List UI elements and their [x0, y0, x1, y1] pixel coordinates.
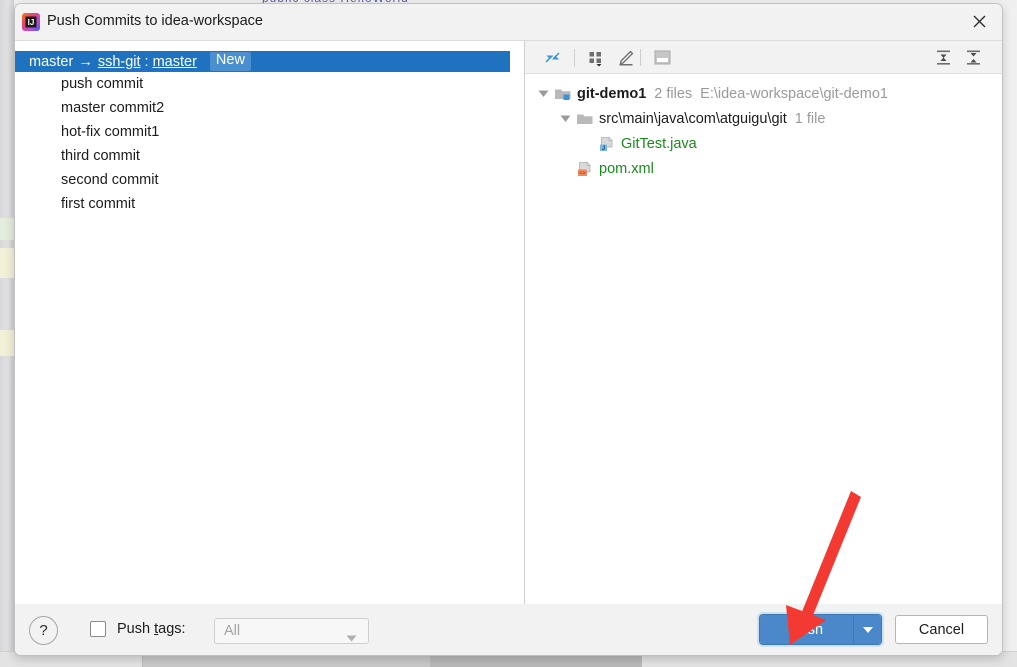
folder-icon [575, 110, 594, 127]
java-file-icon: J [597, 135, 616, 152]
tree-node-label: src\main\java\com\atguigu\git [599, 110, 787, 127]
panel-splitter[interactable] [510, 41, 525, 605]
commit-message: third commit [61, 148, 140, 164]
dialog-title-bar: IJ Push Commits to idea-workspace [15, 4, 1002, 40]
commits-panel[interactable]: master → ssh-git : master New push commi… [15, 41, 510, 605]
collapse-all-icon[interactable] [960, 45, 986, 70]
commit-item[interactable]: master commit2 [15, 96, 510, 120]
commit-item[interactable]: push commit [15, 72, 510, 96]
svg-text:<>: <> [579, 170, 585, 176]
tree-row[interactable]: <> pom.xml [525, 156, 1002, 181]
collapse-arrows-icon[interactable] [539, 45, 565, 70]
tree-node-file-count: 1 file [794, 110, 826, 127]
xml-file-icon: <> [575, 160, 594, 177]
dialog-title: Push Commits to idea-workspace [47, 13, 263, 29]
tree-row[interactable]: git-demo1 2 files E:\idea-workspace\git-de… [525, 81, 1002, 106]
push-tags-label-pre: Push [117, 621, 155, 637]
svg-text:IJ: IJ [28, 18, 35, 27]
tree-node-label: pom.xml [599, 160, 654, 177]
toolbar-separator-1 [574, 49, 575, 66]
push-button[interactable]: Push [760, 615, 881, 644]
commit-message: first commit [61, 196, 136, 212]
commit-message: second commit [61, 172, 159, 188]
commit-message: push commit [61, 76, 144, 92]
tree-expand-toggle-icon[interactable] [555, 113, 575, 124]
background-gutter-highlight-3 [0, 330, 14, 356]
background-gutter-highlight-1 [0, 218, 14, 240]
push-tags-group: Push tags: [90, 621, 186, 637]
expand-all-icon[interactable] [930, 45, 956, 70]
close-icon[interactable] [956, 4, 1002, 39]
cancel-button[interactable]: Cancel [895, 615, 988, 644]
tree-row[interactable]: src\main\java\com\atguigu\git 1 file [525, 106, 1002, 131]
commit-message: hot-fix commit1 [61, 124, 160, 140]
changed-files-panel: git-demo1 2 files E:\idea-workspace\git-de… [525, 41, 1002, 605]
commit-item[interactable]: hot-fix commit1 [15, 120, 510, 144]
source-branch-label: master [29, 53, 74, 70]
push-mnemonic: P [789, 621, 800, 638]
tree-node-label: git-demo1 [577, 85, 647, 102]
preview-pane-icon[interactable] [649, 45, 675, 70]
help-button[interactable]: ? [29, 616, 58, 645]
group-by-icon[interactable] [583, 45, 609, 70]
toolbar-separator-2 [640, 49, 641, 66]
dialog-bottom-bar: ? Push tags: All Push Cancel [15, 604, 1002, 655]
intellij-idea-icon: IJ [21, 12, 41, 32]
branch-header-row[interactable]: master → ssh-git : master New [15, 51, 510, 72]
tree-node-path: E:\idea-workspace\git-demo1 [700, 85, 888, 102]
push-label-post: ush [799, 621, 824, 638]
push-tags-label: Push tags: [117, 621, 186, 637]
branch-separator: : [144, 53, 149, 70]
module-folder-icon [553, 85, 572, 102]
remote-name-link[interactable]: ssh-git [98, 54, 141, 70]
commit-item[interactable]: third commit [15, 144, 510, 168]
commit-message: master commit2 [61, 100, 165, 116]
push-tags-checkbox[interactable] [90, 621, 106, 637]
commit-list[interactable]: push commit master commit2 hot-fix commit1… [15, 72, 510, 216]
edit-pencil-icon[interactable] [613, 45, 639, 70]
background-gutter-highlight-2 [0, 248, 14, 278]
tree-node-label: GitTest.java [621, 135, 697, 152]
changes-toolbar [525, 41, 1002, 74]
commit-item[interactable]: second commit [15, 168, 510, 192]
new-badge: New [209, 52, 251, 71]
push-commits-dialog: IJ Push Commits to idea-workspace master… [14, 3, 1003, 656]
chevron-down-icon [346, 629, 357, 647]
push-button-label[interactable]: Push [760, 615, 853, 644]
changed-files-tree[interactable]: git-demo1 2 files E:\idea-workspace\git-de… [525, 74, 1002, 605]
push-tags-select[interactable]: All [214, 618, 369, 644]
tree-expand-toggle-icon[interactable] [533, 88, 553, 99]
tree-node-file-count: 2 files [654, 85, 693, 102]
push-tags-value: All [224, 623, 241, 639]
commit-item[interactable]: first commit [15, 192, 510, 216]
svg-text:J: J [601, 145, 604, 151]
dialog-content: master → ssh-git : master New push commi… [15, 40, 1002, 606]
target-branch-link[interactable]: master [153, 54, 197, 70]
push-dropdown-button[interactable] [853, 615, 881, 644]
tree-row[interactable]: J GitTest.java [525, 131, 1002, 156]
arrow-right-icon: → [78, 53, 93, 70]
push-tags-label-post: ags: [158, 621, 186, 637]
